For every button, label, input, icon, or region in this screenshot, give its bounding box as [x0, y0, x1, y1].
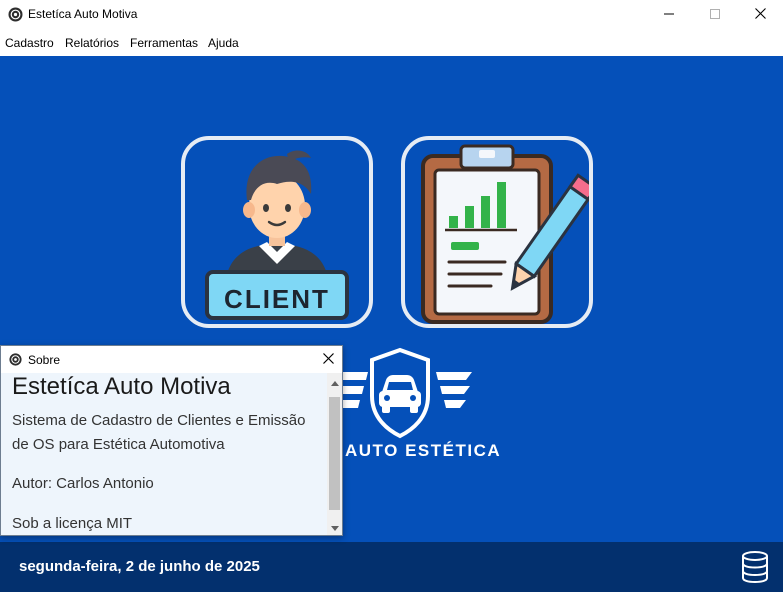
title-bar: Estetíca Auto Motiva: [0, 0, 783, 30]
menu-bar: Cadastro Relatórios Ferramentas Ajuda: [0, 30, 783, 56]
scroll-thumb[interactable]: [329, 397, 340, 510]
dialog-scrollbar[interactable]: [327, 373, 342, 535]
dialog-close-button[interactable]: [319, 351, 337, 369]
dialog-title-bar: Sobre: [1, 346, 342, 373]
dialog-heading: Estetíca Auto Motiva: [12, 373, 231, 400]
client-tile-button[interactable]: CLIENT: [181, 136, 373, 328]
menu-ferramentas[interactable]: Ferramentas: [130, 36, 198, 50]
report-tile-button[interactable]: [401, 136, 593, 328]
dialog-author: Autor: Carlos Antonio: [12, 475, 154, 492]
app-logo-icon: [8, 7, 23, 22]
dialog-title: Sobre: [28, 353, 61, 367]
about-dialog: Sobre Estetíca Auto Motiva Sistema de Ca…: [0, 345, 343, 536]
database-icon[interactable]: [741, 551, 769, 584]
scroll-down-arrow-icon: [330, 518, 339, 536]
dialog-description: Sistema de Cadastro de Clientes e Emissã…: [12, 412, 306, 453]
dialog-content: Estetíca Auto Motiva Sistema de Cadastro…: [1, 373, 327, 535]
maximize-icon: [709, 6, 720, 24]
client-badge-label: CLIENT: [224, 284, 330, 314]
scroll-up-button[interactable]: [327, 373, 342, 390]
report-clipboard-icon: [405, 144, 589, 324]
menu-ajuda[interactable]: Ajuda: [208, 36, 239, 50]
maximize-button[interactable]: [692, 0, 737, 30]
status-footer: segunda-feira, 2 de junho de 2025: [0, 542, 783, 592]
close-icon: [755, 6, 766, 24]
scroll-down-button[interactable]: [327, 518, 342, 535]
company-logo: [322, 346, 482, 456]
minimize-button[interactable]: [646, 0, 691, 30]
logo-text: AUTO ESTÉTICA: [345, 441, 502, 460]
dialog-license: Sob a licença MIT: [12, 515, 133, 532]
scroll-up-arrow-icon: [330, 373, 339, 391]
current-date: segunda-feira, 2 de junho de 2025: [19, 558, 260, 575]
window-title: Estetíca Auto Motiva: [28, 7, 138, 21]
close-icon: [322, 351, 334, 369]
menu-relatorios[interactable]: Relatórios: [65, 36, 119, 50]
minimize-icon: [663, 6, 674, 24]
menu-cadastro[interactable]: Cadastro: [5, 36, 54, 50]
app-logo-icon: [9, 353, 22, 366]
close-window-button[interactable]: [738, 0, 783, 30]
